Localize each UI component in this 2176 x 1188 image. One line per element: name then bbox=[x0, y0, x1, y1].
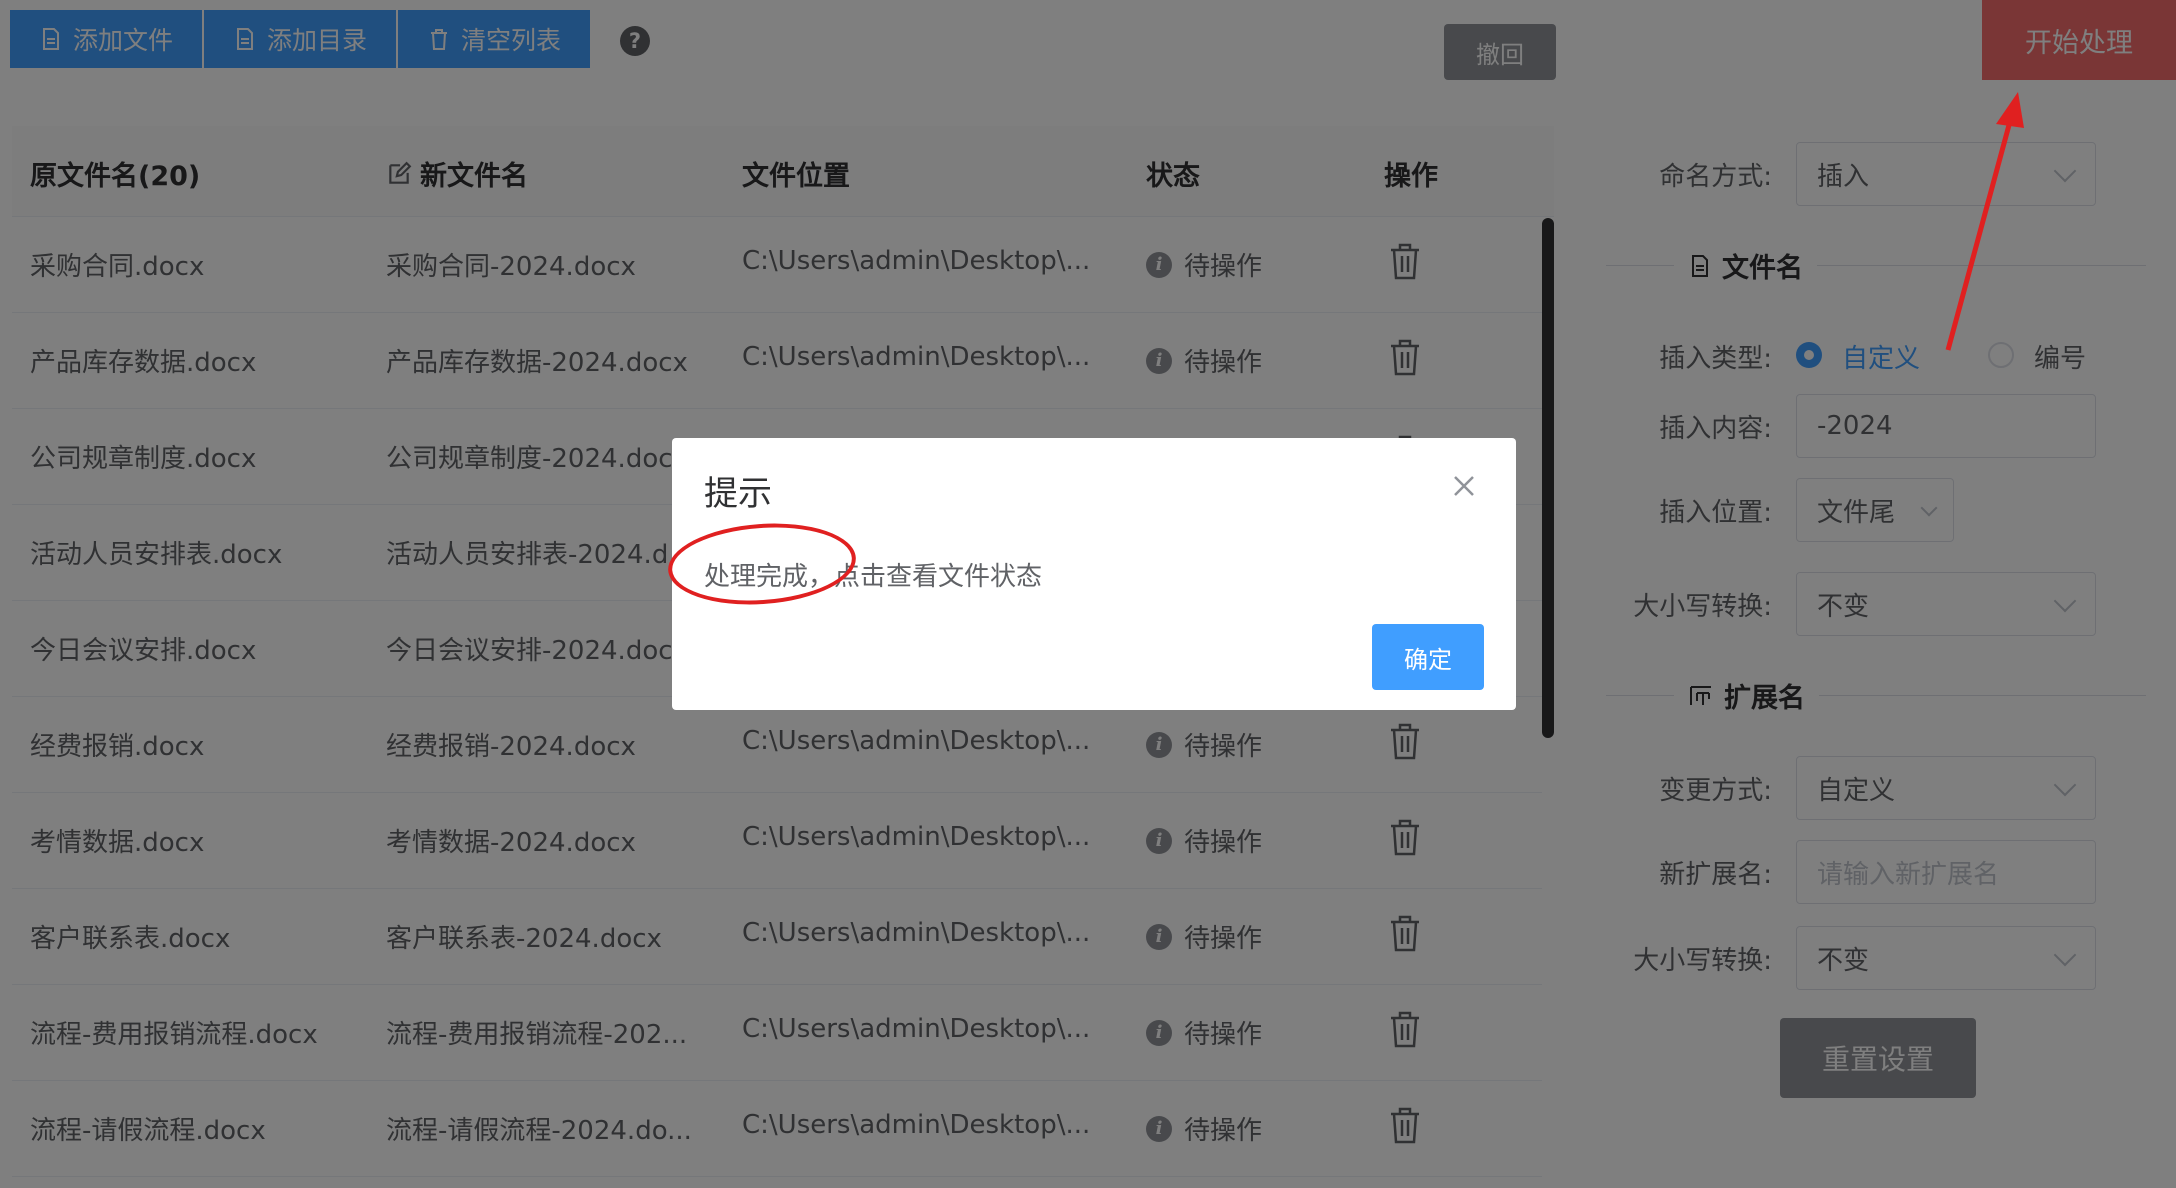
annotation-arrow-icon bbox=[1945, 92, 2024, 351]
dialog-title: 提示 bbox=[704, 474, 772, 514]
close-icon[interactable] bbox=[1448, 470, 1480, 502]
confirm-button[interactable]: 确定 bbox=[1372, 624, 1484, 690]
